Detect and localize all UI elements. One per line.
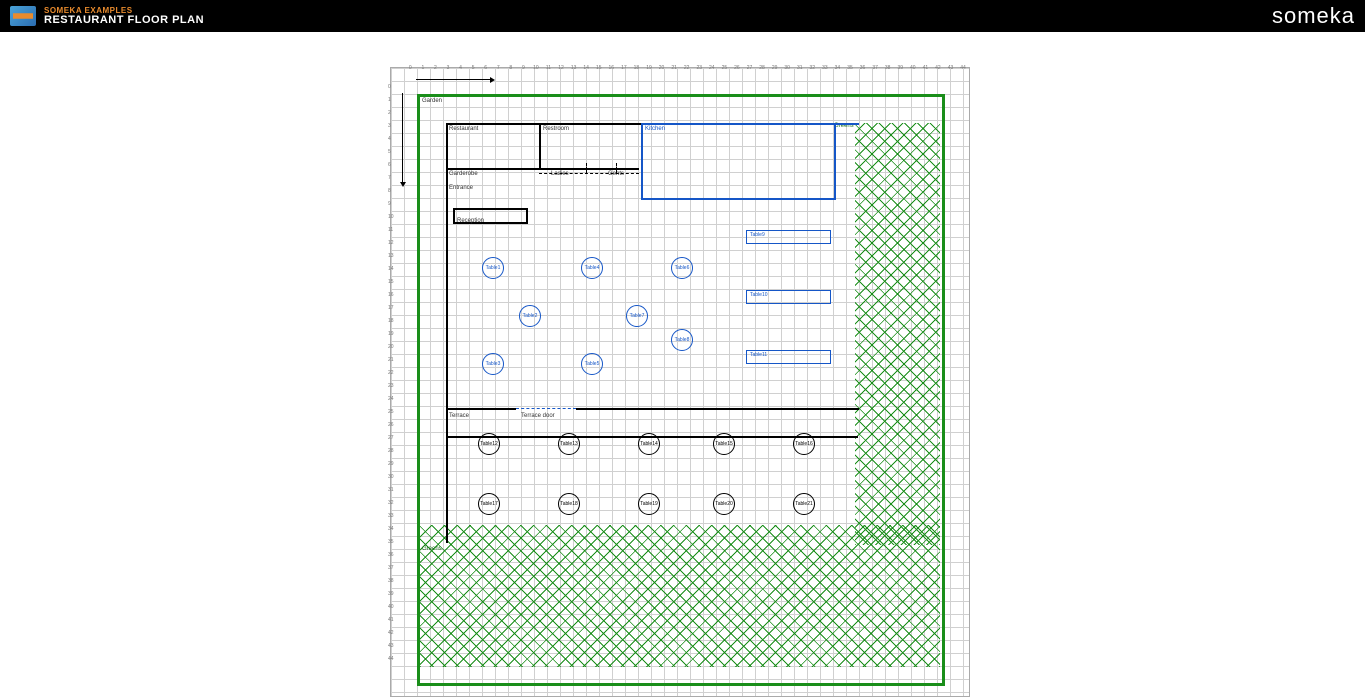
label-terrace-door: Terrace door xyxy=(521,413,555,419)
table-table13[interactable]: Table13 xyxy=(558,433,580,455)
table-table2[interactable]: Table2 xyxy=(519,305,541,327)
wall xyxy=(446,123,641,125)
table-table11[interactable]: Table11 xyxy=(746,350,831,364)
wall xyxy=(453,208,455,224)
table-label: Table12 xyxy=(480,441,498,447)
label-garderobe: Garderobe xyxy=(449,171,478,177)
wall xyxy=(453,208,528,210)
label-greens-bottom: Greens xyxy=(422,546,442,552)
label-entrance: Entrance xyxy=(449,185,473,191)
ruler-vertical: 0123456789101112131415161718192021222324… xyxy=(388,81,394,696)
table-table3[interactable]: Table3 xyxy=(482,353,504,375)
table-label: Table7 xyxy=(630,313,645,319)
table-label: Table13 xyxy=(560,441,578,447)
partition xyxy=(539,173,639,174)
label-garden: Garden xyxy=(422,98,442,104)
table-table16[interactable]: Table16 xyxy=(793,433,815,455)
table-table19[interactable]: Table19 xyxy=(638,493,660,515)
page-canvas: 0123456789101112131415161718192021222324… xyxy=(0,32,1365,700)
table-label: Table17 xyxy=(480,501,498,507)
header-text: SOMEKA EXAMPLES RESTAURANT FLOOR PLAN xyxy=(44,7,204,26)
table-label: Table18 xyxy=(560,501,578,507)
table-table6[interactable]: Table6 xyxy=(671,257,693,279)
table-table21[interactable]: Table21 xyxy=(793,493,815,515)
table-label: Table6 xyxy=(675,265,690,271)
brand-logo-icon xyxy=(10,6,36,26)
wall xyxy=(576,408,859,410)
label-kitchen: Kitchen xyxy=(645,126,665,132)
table-label: Table5 xyxy=(585,361,600,367)
table-table1[interactable]: Table1 xyxy=(482,257,504,279)
table-table12[interactable]: Table12 xyxy=(478,433,500,455)
kitchen-wall xyxy=(641,198,836,200)
table-table7[interactable]: Table7 xyxy=(626,305,648,327)
table-table17[interactable]: Table17 xyxy=(478,493,500,515)
greens-bottom xyxy=(420,525,940,667)
greens-right xyxy=(855,123,940,545)
axis-arrow-horizontal xyxy=(416,79,491,80)
wall xyxy=(526,208,528,224)
table-table10[interactable]: Table10 xyxy=(746,290,831,304)
wall xyxy=(539,123,541,170)
table-table14[interactable]: Table14 xyxy=(638,433,660,455)
table-label: Table2 xyxy=(523,313,538,319)
label-reception: Reception xyxy=(457,218,484,224)
label-restroom: Restroom xyxy=(543,126,569,132)
label-ladies: Ladies xyxy=(551,171,569,177)
table-label: Table14 xyxy=(640,441,658,447)
floorplan-sheet[interactable]: 0123456789101112131415161718192021222324… xyxy=(390,67,970,697)
label-terrace: Terrace xyxy=(449,413,469,419)
wall xyxy=(446,408,516,410)
table-table9[interactable]: Table9 xyxy=(746,230,831,244)
table-table4[interactable]: Table4 xyxy=(581,257,603,279)
label-restaurant: Restaurant xyxy=(449,126,478,132)
table-label: Table19 xyxy=(640,501,658,507)
kitchen-wall xyxy=(834,123,836,200)
kitchen-wall xyxy=(641,123,643,200)
axis-arrow-vertical xyxy=(402,93,403,183)
terrace-door-line xyxy=(516,408,576,409)
building-outline xyxy=(446,123,858,438)
wall xyxy=(446,408,448,543)
table-label: Table3 xyxy=(486,361,501,367)
table-label: Table21 xyxy=(795,501,813,507)
table-label: Table1 xyxy=(486,265,501,271)
wall xyxy=(446,168,639,170)
table-label: Table16 xyxy=(795,441,813,447)
table-table18[interactable]: Table18 xyxy=(558,493,580,515)
table-table20[interactable]: Table20 xyxy=(713,493,735,515)
table-table8[interactable]: Table8 xyxy=(671,329,693,351)
page-title: RESTAURANT FLOOR PLAN xyxy=(44,15,204,26)
table-table15[interactable]: Table15 xyxy=(713,433,735,455)
partition xyxy=(616,163,617,173)
table-label: Table4 xyxy=(585,265,600,271)
ruler-horizontal: 0123456789101112131415161718192021222324… xyxy=(404,65,969,71)
brand-name: someka xyxy=(1272,3,1355,29)
kitchen-wall xyxy=(641,123,859,125)
app-header: SOMEKA EXAMPLES RESTAURANT FLOOR PLAN so… xyxy=(0,0,1365,32)
table-label: Table15 xyxy=(715,441,733,447)
table-table5[interactable]: Table5 xyxy=(581,353,603,375)
table-label: Table20 xyxy=(715,501,733,507)
partition xyxy=(586,163,587,173)
table-label: Table8 xyxy=(675,337,690,343)
